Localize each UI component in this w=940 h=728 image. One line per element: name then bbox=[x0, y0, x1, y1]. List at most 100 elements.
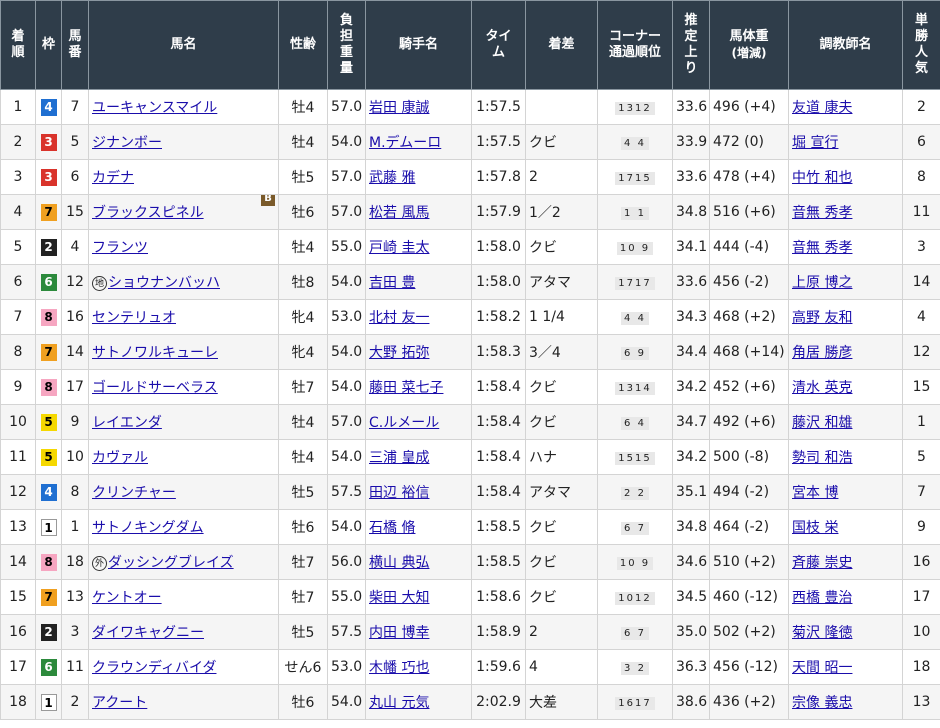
horse-link[interactable]: センテリュオ bbox=[92, 310, 176, 326]
col-time: タイム bbox=[471, 0, 526, 90]
jockey-link[interactable]: 戸崎 圭太 bbox=[369, 240, 429, 256]
horse-link[interactable]: サトノワルキューレ bbox=[92, 345, 218, 361]
trainer-link[interactable]: 音無 秀孝 bbox=[792, 205, 852, 221]
horse-link[interactable]: ジナンボー bbox=[92, 135, 162, 151]
body-weight-cell: 516 (+6) bbox=[709, 194, 789, 230]
corner-cell: 1617 bbox=[597, 684, 673, 720]
trainer-cell: 藤沢 和雄 bbox=[788, 404, 903, 440]
umaban-cell: 15 bbox=[61, 194, 89, 230]
waku-cell: 3 bbox=[35, 159, 62, 195]
trainer-cell: 音無 秀孝 bbox=[788, 229, 903, 265]
horse-link[interactable]: カヴァル bbox=[92, 450, 148, 466]
horse-link[interactable]: ブラックスピネル bbox=[92, 205, 204, 221]
horse-link[interactable]: フランツ bbox=[92, 240, 148, 256]
trainer-link[interactable]: 勢司 和浩 bbox=[792, 450, 852, 466]
last3f-cell: 38.6 bbox=[672, 684, 710, 720]
jockey-cell: 北村 友一 bbox=[365, 299, 472, 335]
trainer-link[interactable]: 堀 宣行 bbox=[792, 135, 838, 151]
horse-link[interactable]: ケントオー bbox=[92, 590, 162, 606]
jockey-link[interactable]: 石橋 脩 bbox=[369, 520, 415, 536]
trainer-link[interactable]: 西橋 豊治 bbox=[792, 590, 852, 606]
jockey-link[interactable]: 柴田 大知 bbox=[369, 590, 429, 606]
jockey-link[interactable]: 吉田 豊 bbox=[369, 275, 415, 291]
jockey-link[interactable]: C.ルメール bbox=[369, 415, 439, 431]
corner-badge: 1312 bbox=[615, 102, 655, 115]
trainer-link[interactable]: 角居 勝彦 bbox=[792, 345, 852, 361]
trainer-link[interactable]: 斉藤 崇史 bbox=[792, 555, 852, 571]
horse-link[interactable]: サトノキングダム bbox=[92, 520, 204, 536]
trainer-link[interactable]: 清水 英克 bbox=[792, 380, 852, 396]
trainer-link[interactable]: 上原 博之 bbox=[792, 275, 852, 291]
umaban-cell: 4 bbox=[61, 229, 89, 265]
trainer-link[interactable]: 宮本 博 bbox=[792, 485, 838, 501]
last3f-cell: 34.7 bbox=[672, 404, 710, 440]
corner-cell: 1515 bbox=[597, 439, 673, 475]
margin-cell: ハナ bbox=[525, 439, 598, 475]
horse-link[interactable]: ショウナンバッハ bbox=[108, 275, 220, 291]
horse-cell: ブラックスピネル B bbox=[88, 194, 279, 230]
trainer-link[interactable]: 天間 昭一 bbox=[792, 660, 852, 676]
horse-link[interactable]: クリンチャー bbox=[92, 485, 176, 501]
jockey-link[interactable]: M.デムーロ bbox=[369, 135, 441, 151]
trainer-link[interactable]: 中竹 和也 bbox=[792, 170, 852, 186]
horse-cell: サトノキングダム bbox=[88, 509, 279, 545]
horse-link[interactable]: レイエンダ bbox=[92, 415, 162, 431]
trainer-link[interactable]: 宗像 義忠 bbox=[792, 695, 852, 711]
jockey-link[interactable]: 丸山 元気 bbox=[369, 695, 429, 711]
jockey-link[interactable]: 木幡 巧也 bbox=[369, 660, 429, 676]
trainer-link[interactable]: 国枝 栄 bbox=[792, 520, 838, 536]
time-cell: 1:57.5 bbox=[471, 124, 526, 160]
horse-link[interactable]: ゴールドサーベラス bbox=[92, 380, 218, 396]
horse-cell: 外ダッシングブレイズ bbox=[88, 544, 279, 580]
table-row: 7 8 16 センテリュオ 牝4 53.0 北村 友一 1:58.2 1 1/4 4 4 34.3 4… bbox=[0, 299, 940, 335]
waku-badge: 4 bbox=[40, 98, 57, 116]
margin-cell: 3／4 bbox=[525, 334, 598, 370]
popularity-cell: 9 bbox=[902, 509, 940, 545]
horse-link[interactable]: ダッシングブレイズ bbox=[108, 555, 234, 571]
trainer-link[interactable]: 菊沢 隆徳 bbox=[792, 625, 852, 641]
col-last3f: 推定上り bbox=[672, 0, 710, 90]
horse-link[interactable]: アクート bbox=[92, 695, 147, 711]
jockey-cell: 柴田 大知 bbox=[365, 579, 472, 615]
trainer-link[interactable]: 友道 康夫 bbox=[792, 100, 852, 116]
jockey-link[interactable]: 内田 博幸 bbox=[369, 625, 429, 641]
horse-cell: レイエンダ bbox=[88, 404, 279, 440]
trainer-link[interactable]: 音無 秀孝 bbox=[792, 240, 852, 256]
jockey-link[interactable]: 武藤 雅 bbox=[369, 170, 415, 186]
jockey-link[interactable]: 松若 風馬 bbox=[369, 205, 429, 221]
jockey-link[interactable]: 三浦 皇成 bbox=[369, 450, 429, 466]
trainer-cell: 天間 昭一 bbox=[788, 649, 903, 685]
rank-cell: 10 bbox=[0, 404, 36, 440]
umaban-cell: 17 bbox=[61, 369, 89, 405]
jockey-link[interactable]: 藤田 菜七子 bbox=[369, 380, 443, 396]
last3f-cell: 33.9 bbox=[672, 124, 710, 160]
col-corner: コーナー 通過順位 bbox=[597, 0, 673, 90]
horse-link[interactable]: ユーキャンスマイル bbox=[92, 100, 217, 116]
horse-link[interactable]: クラウンディバイダ bbox=[92, 660, 216, 676]
time-cell: 2:02.9 bbox=[471, 684, 526, 720]
jockey-link[interactable]: 大野 拓弥 bbox=[369, 345, 429, 361]
jockey-link[interactable]: 北村 友一 bbox=[369, 310, 429, 326]
body-weight-cell: 436 (+2) bbox=[709, 684, 789, 720]
last3f-cell: 34.4 bbox=[672, 334, 710, 370]
rank-cell: 8 bbox=[0, 334, 36, 370]
trainer-link[interactable]: 高野 友和 bbox=[792, 310, 852, 326]
horse-link[interactable]: カデナ bbox=[92, 170, 134, 186]
rank-cell: 4 bbox=[0, 194, 36, 230]
waku-badge: 6 bbox=[40, 273, 57, 291]
horse-link[interactable]: ダイワキャグニー bbox=[92, 625, 204, 641]
jockey-link[interactable]: 田辺 裕信 bbox=[369, 485, 429, 501]
margin-cell: クビ bbox=[525, 544, 598, 580]
jockey-link[interactable]: 横山 典弘 bbox=[369, 555, 429, 571]
time-cell: 1:59.6 bbox=[471, 649, 526, 685]
rank-cell: 12 bbox=[0, 474, 36, 510]
time-cell: 1:58.6 bbox=[471, 579, 526, 615]
waku-badge: 1 bbox=[40, 518, 57, 536]
body-weight-cell: 460 (-12) bbox=[709, 579, 789, 615]
corner-badge: 1717 bbox=[615, 277, 655, 290]
jockey-link[interactable]: 岩田 康誠 bbox=[369, 100, 429, 116]
margin-cell bbox=[525, 89, 598, 125]
trainer-link[interactable]: 藤沢 和雄 bbox=[792, 415, 852, 431]
col-trainer: 調教師名 bbox=[788, 0, 903, 90]
jockey-cell: 岩田 康誠 bbox=[365, 89, 472, 125]
